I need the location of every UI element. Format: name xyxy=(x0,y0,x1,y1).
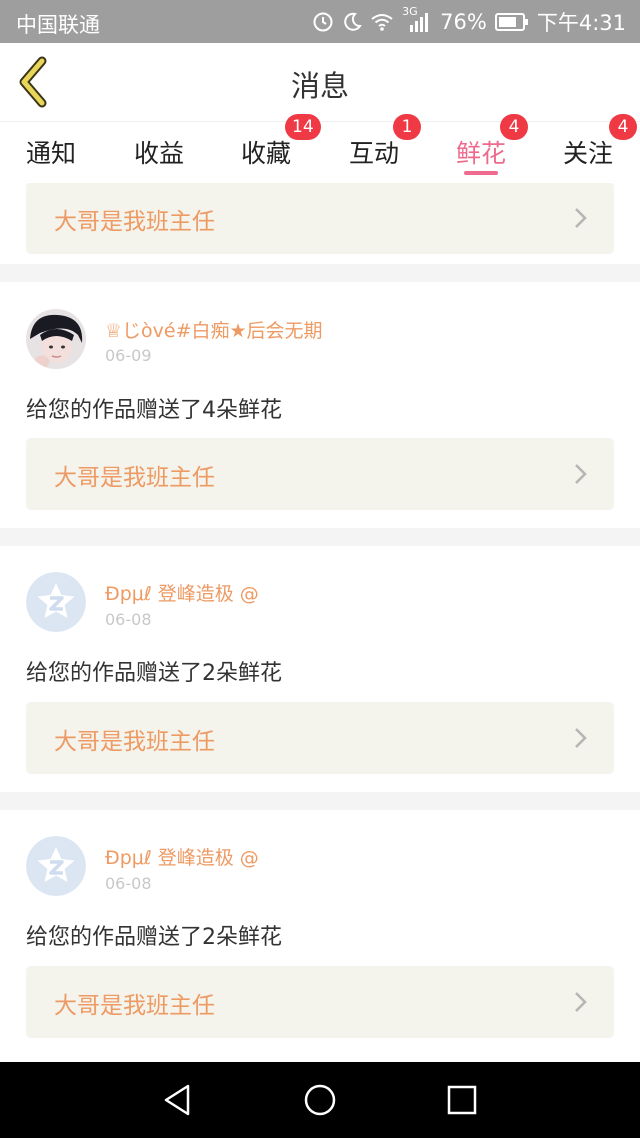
message-text: 给您的作品赠送了2朵鲜花 xyxy=(26,661,282,686)
home-circle-icon xyxy=(304,1084,336,1116)
tab-label: 鲜花 xyxy=(455,139,506,168)
signal-icon: 3G xyxy=(402,5,432,34)
work-title: 大哥是我班主任 xyxy=(54,209,215,235)
avatar[interactable] xyxy=(26,572,86,632)
work-title: 大哥是我班主任 xyxy=(54,729,215,755)
tab-label: 收益 xyxy=(133,139,184,168)
tab-earnings[interactable]: 收益 xyxy=(104,122,214,184)
tab-bar: 通知 收益 收藏 14 互动 1 鲜花 4 关注 4 xyxy=(0,114,640,184)
default-avatar-icon xyxy=(26,836,86,896)
tab-badge: 1 xyxy=(393,114,421,140)
nav-back-button[interactable] xyxy=(158,1080,198,1120)
carrier-name: 中国联通 xyxy=(16,13,100,37)
message-date: 06-09 xyxy=(105,346,152,365)
tab-following[interactable]: 关注 4 xyxy=(533,114,640,184)
message-text: 给您的作品赠送了2朵鲜花 xyxy=(26,925,282,950)
work-link[interactable]: 大哥是我班主任 xyxy=(26,702,614,774)
tab-badge: 4 xyxy=(609,114,637,140)
recents-square-icon xyxy=(447,1085,477,1115)
nav-recents-button[interactable] xyxy=(442,1080,482,1120)
work-title: 大哥是我班主任 xyxy=(54,465,215,491)
chevron-right-icon xyxy=(575,728,587,748)
message-date: 06-08 xyxy=(105,874,152,893)
tab-badge: 4 xyxy=(500,114,528,140)
sender-name[interactable]: Ðpμℓ 登峰造极 @ xyxy=(105,579,259,606)
divider xyxy=(0,528,640,546)
status-bar: 中国联通 3G 76% 下午4:31 xyxy=(0,0,640,43)
tab-notifications[interactable]: 通知 xyxy=(0,122,106,184)
tab-favorites[interactable]: 收藏 14 xyxy=(211,114,321,184)
moon-icon xyxy=(342,11,362,33)
system-nav-bar xyxy=(0,1062,640,1138)
message-date: 06-08 xyxy=(105,610,152,629)
sender-name[interactable]: Ðpμℓ 登峰造极 @ xyxy=(105,843,259,870)
message-list[interactable]: 大哥是我班主任 ♕じòvé#白痴★后会无期 06-09 给您的作品赠送了4朵鲜花… xyxy=(0,183,640,1062)
page-title: 消息 xyxy=(290,69,349,103)
tab-label: 通知 xyxy=(25,139,76,168)
work-link[interactable]: 大哥是我班主任 xyxy=(26,966,614,1038)
active-tab-indicator xyxy=(464,171,498,175)
work-link[interactable]: 大哥是我班主任 xyxy=(26,183,614,254)
divider xyxy=(0,264,640,282)
chevron-right-icon xyxy=(575,208,587,228)
work-link[interactable]: 大哥是我班主任 xyxy=(26,438,614,510)
default-avatar-icon xyxy=(26,572,86,632)
chevron-right-icon xyxy=(575,992,587,1012)
divider xyxy=(0,792,640,810)
tab-badge: 14 xyxy=(285,114,321,140)
header: 消息 xyxy=(0,43,640,121)
back-triangle-icon xyxy=(164,1084,190,1116)
chevron-right-icon xyxy=(575,464,587,484)
tab-label: 互动 xyxy=(348,139,399,168)
work-title: 大哥是我班主任 xyxy=(54,993,215,1019)
tab-flowers[interactable]: 鲜花 4 xyxy=(426,114,536,184)
tab-interactions[interactable]: 互动 1 xyxy=(319,114,429,184)
battery-percent: 76% xyxy=(440,10,487,34)
status-icons: 3G 76% 下午4:31 xyxy=(304,5,626,37)
sender-name[interactable]: ♕じòvé#白痴★后会无期 xyxy=(105,316,323,343)
wifi-icon xyxy=(370,12,394,32)
nav-home-button[interactable] xyxy=(300,1080,340,1120)
message-text: 给您的作品赠送了4朵鲜花 xyxy=(26,398,282,423)
battery-icon xyxy=(494,13,529,31)
avatar[interactable] xyxy=(26,309,86,369)
clock-time: 下午4:31 xyxy=(536,11,626,35)
avatar[interactable] xyxy=(26,836,86,896)
alarm-icon xyxy=(312,11,334,33)
